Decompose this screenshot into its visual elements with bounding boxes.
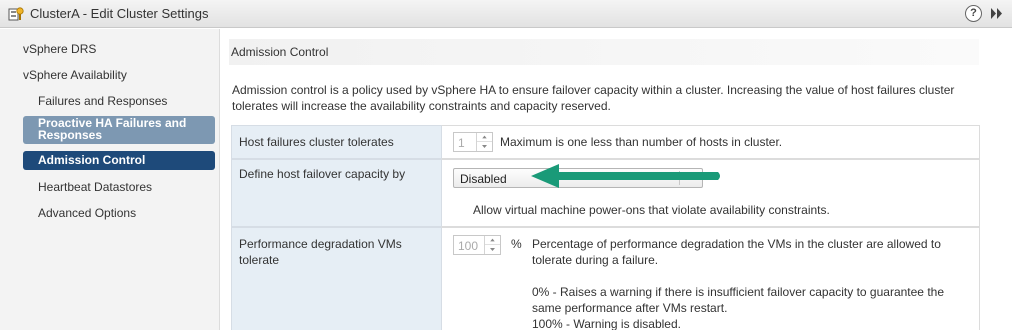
- expand-icon[interactable]: [990, 7, 1004, 20]
- sidebar: vSphere DRS vSphere Availability Failure…: [0, 29, 220, 330]
- nav-vsphere-drs[interactable]: vSphere DRS: [23, 42, 215, 56]
- failover-capacity-value: Disabled: [460, 172, 507, 186]
- spinner-down-icon[interactable]: [477, 142, 492, 151]
- host-failures-spinner[interactable]: 1: [453, 132, 493, 152]
- nav-vsphere-availability[interactable]: vSphere Availability: [23, 68, 215, 82]
- failover-capacity-label: Define host failover capacity by: [239, 167, 406, 181]
- host-failures-hint: Maximum is one less than number of hosts…: [500, 135, 783, 149]
- annotation-arrow-icon: [531, 164, 720, 188]
- spinner-up-icon[interactable]: [477, 133, 492, 142]
- nav-advanced-options[interactable]: Advanced Options: [23, 206, 215, 220]
- description-text: Admission control is a policy used by vS…: [232, 83, 955, 113]
- failover-capacity-hint: Allow virtual machine power-ons that vio…: [473, 203, 830, 217]
- row-performance-degradation: Performance degradation VMs tolerate 100…: [231, 227, 980, 330]
- performance-degradation-spinner[interactable]: 100: [453, 235, 501, 255]
- window-title: ClusterA - Edit Cluster Settings: [30, 6, 209, 21]
- percent-unit: %: [511, 237, 522, 251]
- performance-degradation-hint-hundred: 100% - Warning is disabled.: [532, 317, 681, 330]
- host-failures-value[interactable]: 1: [458, 136, 465, 150]
- nav-failures-and-responses[interactable]: Failures and Responses: [23, 94, 215, 108]
- spinner-down-icon[interactable]: [485, 245, 500, 254]
- help-icon[interactable]: ?: [965, 5, 982, 22]
- performance-degradation-hint: Percentage of performance degradation th…: [532, 237, 941, 267]
- row-host-failures: Host failures cluster tolerates 1 Maximu…: [231, 125, 980, 159]
- host-failures-label: Host failures cluster tolerates: [239, 135, 394, 149]
- cluster-icon: [8, 7, 24, 21]
- nav-admission-control[interactable]: Admission Control: [23, 151, 215, 170]
- performance-degradation-hint-zero: 0% - Raises a warning if there is insuff…: [532, 285, 944, 315]
- spinner-up-icon[interactable]: [485, 236, 500, 245]
- nav-heartbeat-datastores[interactable]: Heartbeat Datastores: [23, 180, 215, 194]
- performance-degradation-label: Performance degradation VMs tolerate: [239, 237, 402, 267]
- nav-proactive-ha[interactable]: Proactive HA Failures and Responses: [23, 116, 215, 144]
- performance-degradation-value[interactable]: 100: [458, 239, 478, 253]
- section-header: Admission Control: [229, 39, 979, 65]
- title-bar: ClusterA - Edit Cluster Settings ?: [0, 0, 1012, 28]
- section-title: Admission Control: [231, 45, 329, 59]
